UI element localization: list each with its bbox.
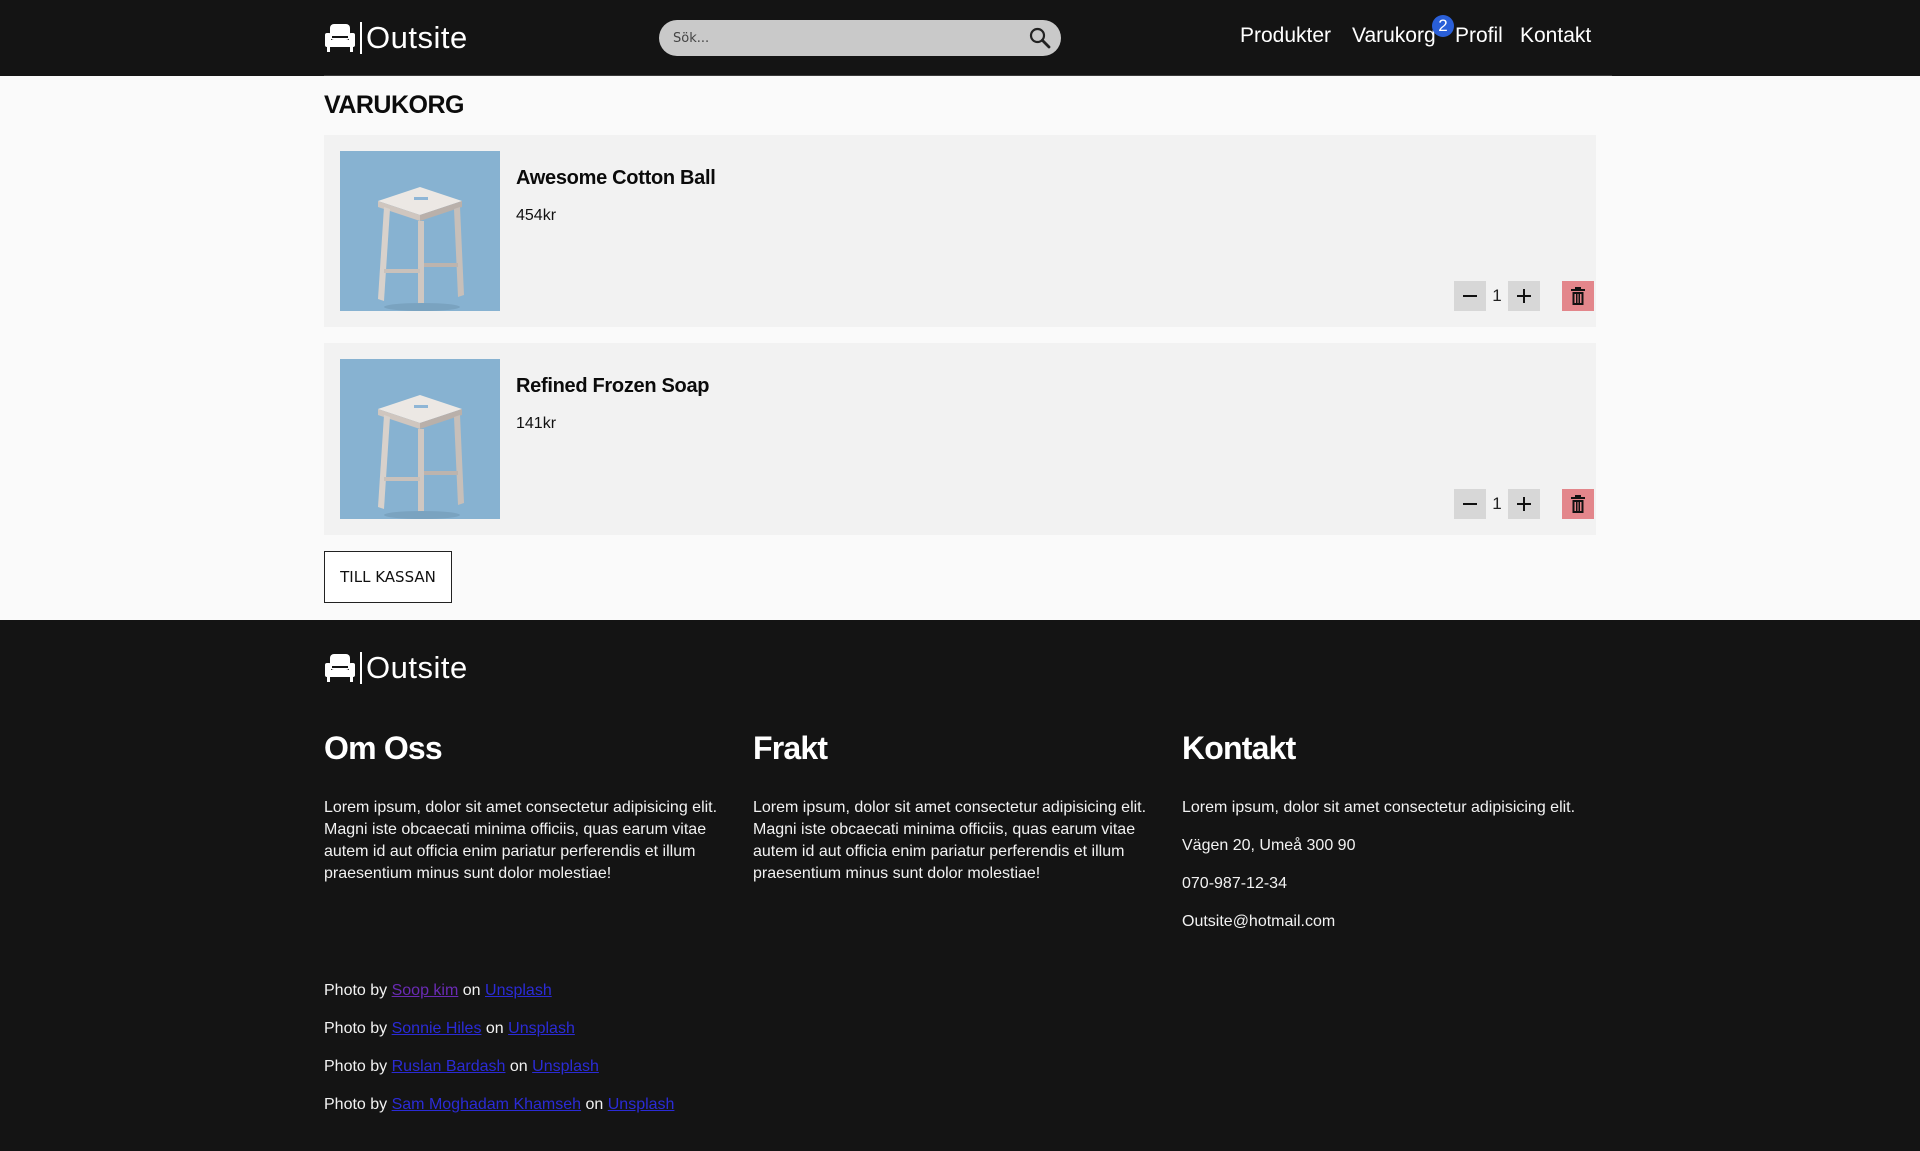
credit-author-link[interactable]: Ruslan Bardash (392, 1058, 506, 1075)
footer-brand-logo[interactable]: Outsite (324, 650, 468, 686)
credit-prefix: Photo by (324, 1020, 388, 1037)
checkout-button[interactable]: TILL KASSAN (324, 551, 452, 603)
credit-site-link[interactable]: Unsplash (508, 1020, 575, 1037)
cart-item: Awesome Cotton Ball 454kr 1 (324, 135, 1596, 327)
trash-icon (1571, 495, 1585, 513)
top-navbar: Outsite Produkter Varukorg 2 Profil Kont… (0, 0, 1920, 76)
credit-site-link[interactable]: Unsplash (532, 1058, 599, 1075)
credit-on: on (509, 1058, 528, 1075)
footer-about-column: Om Oss Lorem ipsum, dolor sit amet conse… (324, 730, 734, 885)
product-price: 454kr (516, 207, 557, 224)
photo-credit-line: Photo by Sam Moghadam Khamseh on Unsplas… (324, 1094, 674, 1132)
armchair-icon (325, 24, 355, 52)
minus-icon (1463, 295, 1477, 297)
stool-image (340, 359, 500, 519)
plus-icon (1517, 289, 1531, 303)
footer-address: Vägen 20, Umeå 300 90 (1182, 837, 1356, 854)
footer-phone: 070-987-12-34 (1182, 875, 1287, 892)
remove-item-button[interactable] (1562, 489, 1594, 519)
photo-credits: Photo by Soop kim on Unsplash Photo by S… (324, 980, 674, 1132)
quantity-stepper: 1 (1454, 489, 1594, 519)
photo-credit-line: Photo by Sonnie Hiles on Unsplash (324, 1018, 674, 1056)
photo-credit-line: Photo by Ruslan Bardash on Unsplash (324, 1056, 674, 1094)
credit-site-link[interactable]: Unsplash (608, 1096, 675, 1113)
stool-image (340, 151, 500, 311)
cart-item: Refined Frozen Soap 141kr 1 (324, 343, 1596, 535)
increase-quantity-button[interactable] (1508, 489, 1540, 519)
trash-icon (1571, 287, 1585, 305)
footer-brand-name: Outsite (366, 650, 468, 685)
search-bar (659, 20, 1061, 56)
footer-contact-column: Kontakt Lorem ipsum, dolor sit amet cons… (1182, 730, 1592, 933)
increase-quantity-button[interactable] (1508, 281, 1540, 311)
decrease-quantity-button[interactable] (1454, 281, 1486, 311)
logo-divider (360, 22, 362, 54)
product-name[interactable]: Awesome Cotton Ball (516, 167, 716, 190)
nav-kontakt[interactable]: Kontakt (1520, 24, 1591, 48)
brand-name: Outsite (366, 20, 468, 55)
plus-icon (1517, 497, 1531, 511)
credit-author-link[interactable]: Sonnie Hiles (392, 1020, 482, 1037)
product-image[interactable] (340, 359, 500, 519)
footer-email: Outsite@hotmail.com (1182, 913, 1336, 930)
decrease-quantity-button[interactable] (1454, 489, 1486, 519)
quantity-value: 1 (1492, 286, 1502, 305)
footer-contact-text: Lorem ipsum, dolor sit amet consectetur … (1182, 799, 1576, 816)
credit-author-link[interactable]: Sam Moghadam Khamseh (392, 1096, 581, 1113)
footer-about-heading: Om Oss (324, 730, 443, 766)
credit-on: on (462, 982, 481, 999)
quantity-value: 1 (1492, 494, 1502, 513)
logo-divider (360, 652, 362, 684)
nav-profil[interactable]: Profil (1455, 24, 1503, 48)
footer-shipping-text: Lorem ipsum, dolor sit amet consectetur … (753, 799, 1147, 882)
remove-item-button[interactable] (1562, 281, 1594, 311)
search-icon[interactable] (1027, 25, 1053, 51)
quantity-stepper: 1 (1454, 281, 1594, 311)
credit-prefix: Photo by (324, 1096, 388, 1113)
credit-site-link[interactable]: Unsplash (485, 982, 552, 999)
header-divider (324, 75, 1612, 76)
nav-produkter[interactable]: Produkter (1240, 24, 1331, 48)
search-input[interactable] (673, 20, 1013, 56)
footer-shipping-column: Frakt Lorem ipsum, dolor sit amet consec… (753, 730, 1163, 885)
footer: Outsite Om Oss Lorem ipsum, dolor sit am… (0, 620, 1920, 1151)
credit-prefix: Photo by (324, 982, 388, 999)
credit-on: on (585, 1096, 604, 1113)
credit-author-link[interactable]: Soop kim (392, 982, 459, 999)
brand-logo[interactable]: Outsite (324, 20, 468, 56)
product-price: 141kr (516, 415, 557, 432)
product-name[interactable]: Refined Frozen Soap (516, 375, 710, 398)
photo-credit-line: Photo by Soop kim on Unsplash (324, 980, 674, 1018)
page-title: VARUKORG (324, 91, 464, 119)
footer-shipping-heading: Frakt (753, 730, 828, 766)
minus-icon (1463, 503, 1477, 505)
footer-about-text: Lorem ipsum, dolor sit amet consectetur … (324, 799, 718, 882)
credit-on: on (485, 1020, 504, 1037)
armchair-icon (325, 654, 355, 682)
credit-prefix: Photo by (324, 1058, 388, 1075)
nav-varukorg[interactable]: Varukorg (1352, 24, 1436, 48)
cart-count-badge: 2 (1432, 15, 1454, 37)
footer-contact-heading: Kontakt (1182, 730, 1296, 766)
product-image[interactable] (340, 151, 500, 311)
